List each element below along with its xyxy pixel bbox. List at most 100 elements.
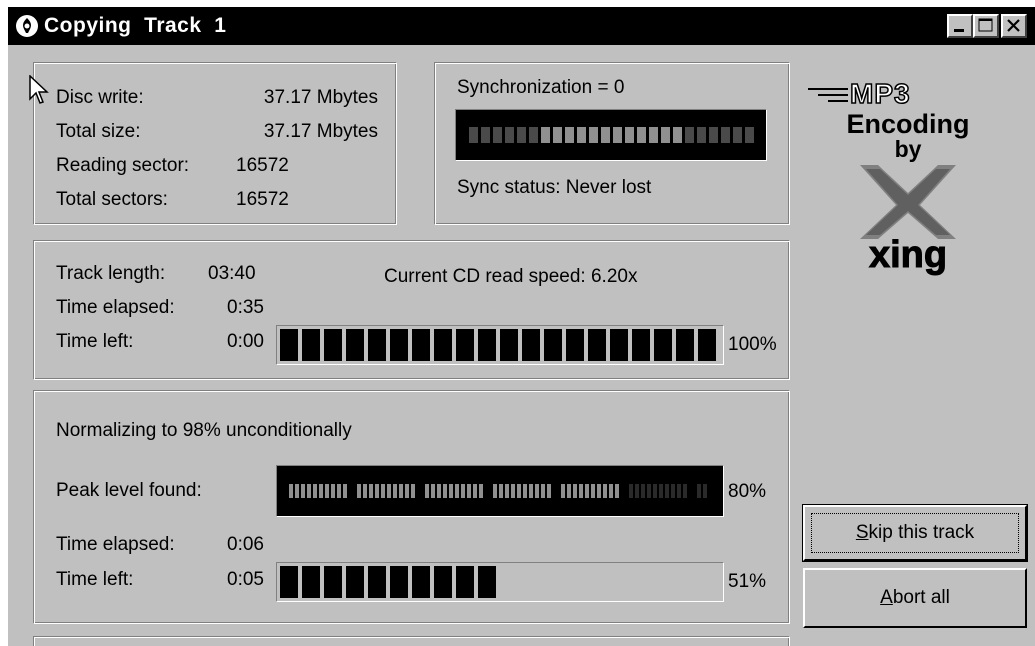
total-size-label: Total size:: [56, 121, 141, 142]
peak-meter-segment: [405, 484, 409, 498]
sync-meter-segment: [637, 127, 646, 143]
peak-meter-segment: [357, 484, 361, 498]
peak-meter-segment: [647, 484, 651, 498]
sync-meter-segment: [661, 127, 670, 143]
peak-meter-segment: [331, 484, 335, 498]
disc-write-label: Disc write:: [56, 87, 144, 108]
peak-meter-segment: [411, 484, 415, 498]
sync-meter-segment: [649, 127, 658, 143]
peak-meter-segment: [683, 484, 687, 498]
track-progress-segment: [500, 329, 518, 361]
sync-meter-segment: [553, 127, 562, 143]
normalize-progress-segment: [412, 566, 430, 598]
peak-meter-segment: [579, 484, 583, 498]
normalizing-label: Normalizing to 98% unconditionally: [56, 420, 352, 441]
sync-meter-segment: [577, 127, 586, 143]
peak-meter-segment: [319, 484, 323, 498]
track-progress-segment: [566, 329, 584, 361]
peak-meter-segment: [677, 484, 681, 498]
normalize-progress-segment: [478, 566, 496, 598]
synchronization-label: Synchronization = 0: [457, 77, 625, 98]
xing-mp3-logo: MP3 Encoding by xing: [808, 71, 1008, 281]
maximize-button[interactable]: [973, 14, 999, 38]
peak-meter-segment: [387, 484, 391, 498]
by-logo-text: by: [895, 136, 922, 162]
track-progress-bar: [276, 325, 724, 365]
track-progress-segment: [368, 329, 386, 361]
normalize-progress-segment: [434, 566, 452, 598]
track-time-left-value: 0:00: [227, 331, 264, 352]
peak-meter-segment: [659, 484, 663, 498]
minimize-icon: [954, 29, 964, 32]
peak-meter-segment: [437, 484, 441, 498]
abort-mnemonic: A: [880, 587, 893, 608]
peak-level-meter: [276, 465, 724, 517]
maximize-icon: [978, 18, 993, 32]
peak-meter-segment: [425, 484, 429, 498]
sync-meter-segment: [697, 127, 706, 143]
track-progress-segment: [544, 329, 562, 361]
peak-meter-segment: [307, 484, 311, 498]
peak-meter-segment: [517, 484, 521, 498]
track-progress-segment: [522, 329, 540, 361]
sync-meter-segment: [505, 127, 514, 143]
peak-meter-segment: [455, 484, 459, 498]
peak-meter-segment: [343, 484, 347, 498]
disc-write-value: 37.17 Mbytes: [263, 87, 378, 108]
peak-meter-segment: [479, 484, 483, 498]
sync-meter-segment: [589, 127, 598, 143]
peak-meter-segment: [703, 484, 707, 498]
window-title: Copying Track 1: [44, 14, 227, 37]
track-progress-segment: [434, 329, 452, 361]
peak-meter-segment: [449, 484, 453, 498]
track-progress-percent: 100%: [728, 334, 777, 355]
peak-meter-segment: [381, 484, 385, 498]
sync-meter-segment: [709, 127, 718, 143]
sync-meter-segment: [721, 127, 730, 143]
peak-meter-segment: [467, 484, 471, 498]
track-progress-segment: [654, 329, 672, 361]
peak-level-label: Peak level found:: [56, 480, 202, 501]
peak-meter-segment: [295, 484, 299, 498]
xing-brand-text: xing: [869, 234, 947, 276]
peak-meter-segment: [615, 484, 619, 498]
peak-meter-segment: [337, 484, 341, 498]
track-group: Track length: 03:40 Time elapsed: 0:35 T…: [33, 240, 790, 380]
peak-meter-segment: [325, 484, 329, 498]
sync-meter-segment: [745, 127, 754, 143]
peak-level-percent: 80%: [728, 481, 767, 502]
track-progress-segment: [610, 329, 628, 361]
minimize-button[interactable]: [947, 14, 973, 38]
sync-meter-segment: [733, 127, 742, 143]
sync-meter-segment: [469, 127, 478, 143]
normalize-progress-segment: [368, 566, 386, 598]
normalize-time-elapsed-value: 0:06: [227, 534, 264, 555]
normalize-progress-segment: [456, 566, 474, 598]
peak-meter-segment: [653, 484, 657, 498]
peak-meter-segment: [561, 484, 565, 498]
abort-all-label: Abort all: [880, 587, 950, 608]
abort-all-button[interactable]: Abort all: [803, 568, 1027, 628]
normalize-time-left-label: Time left:: [56, 569, 134, 590]
peak-meter-segment: [523, 484, 527, 498]
normalize-progress-percent: 51%: [728, 571, 767, 592]
sync-meter-segment: [673, 127, 682, 143]
close-button[interactable]: [1001, 14, 1027, 38]
sync-meter-segment: [481, 127, 490, 143]
title-bar[interactable]: Copying Track 1: [8, 7, 1035, 45]
peak-meter-segment: [473, 484, 477, 498]
peak-meter-segment: [431, 484, 435, 498]
normalize-time-left-value: 0:05: [227, 569, 264, 590]
peak-meter-segment: [635, 484, 639, 498]
sync-meter: [455, 109, 767, 161]
peak-meter-segment: [301, 484, 305, 498]
peak-meter-segment: [641, 484, 645, 498]
peak-meter-segment: [603, 484, 607, 498]
skip-track-button[interactable]: Skip this track: [802, 504, 1028, 562]
peak-meter-segment: [499, 484, 503, 498]
sync-meter-segment: [529, 127, 538, 143]
peak-meter-segment: [393, 484, 397, 498]
peak-meter-segment: [399, 484, 403, 498]
normalize-progress-segment: [324, 566, 342, 598]
track-progress-segment: [412, 329, 430, 361]
